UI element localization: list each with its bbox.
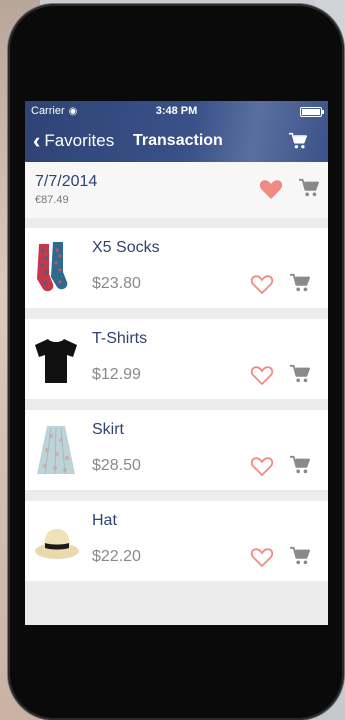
chevron-left-icon: ‹ (33, 128, 41, 153)
heart-filled-icon[interactable] (259, 178, 283, 200)
cart-icon[interactable] (289, 273, 311, 293)
heart-outline-icon[interactable] (250, 364, 274, 386)
heart-outline-icon[interactable] (250, 546, 274, 568)
cart-icon[interactable] (289, 364, 311, 384)
transaction-total: €87.49 (35, 194, 69, 206)
back-button[interactable]: ‹ Favorites (33, 129, 114, 153)
list-item[interactable]: Skirt $28.50 (25, 410, 328, 490)
item-price: $23.80 (92, 275, 141, 292)
status-bar: Carrier ◉ 3:48 PM (25, 105, 328, 119)
status-time: 3:48 PM (155, 105, 198, 117)
item-price: $28.50 (92, 457, 141, 474)
list-item[interactable]: X5 Socks $23.80 (25, 228, 328, 308)
list-item[interactable]: Hat $22.20 (25, 501, 328, 581)
page-title: Transaction (133, 132, 223, 149)
item-name: X5 Socks (92, 239, 160, 256)
app-screen: Carrier ◉ 3:48 PM ‹ Favorites Transaction… (25, 101, 328, 625)
item-name: Hat (92, 512, 117, 529)
list-item[interactable]: T-Shirts $12.99 (25, 319, 328, 399)
navigation-bar: Carrier ◉ 3:48 PM ‹ Favorites Transaction (25, 101, 328, 162)
item-name: Skirt (92, 421, 124, 438)
item-price: $12.99 (92, 366, 141, 383)
item-price: $22.20 (92, 548, 141, 565)
heart-outline-icon[interactable] (250, 455, 274, 477)
item-name: T-Shirts (92, 330, 148, 347)
cart-icon[interactable] (298, 178, 320, 198)
battery-icon (300, 107, 324, 117)
transaction-date: 7/7/2014 (35, 173, 98, 190)
cart-icon[interactable] (289, 455, 311, 475)
socks-image (37, 242, 68, 292)
cart-icon[interactable] (289, 546, 311, 566)
tshirt-image (35, 339, 77, 383)
cart-icon[interactable] (288, 132, 308, 150)
skirt-image (37, 426, 75, 475)
heart-outline-icon[interactable] (250, 273, 274, 295)
transaction-summary: 7/7/2014 €87.49 (25, 162, 328, 218)
back-button-label: Favorites (44, 131, 115, 150)
hat-image (35, 529, 79, 559)
